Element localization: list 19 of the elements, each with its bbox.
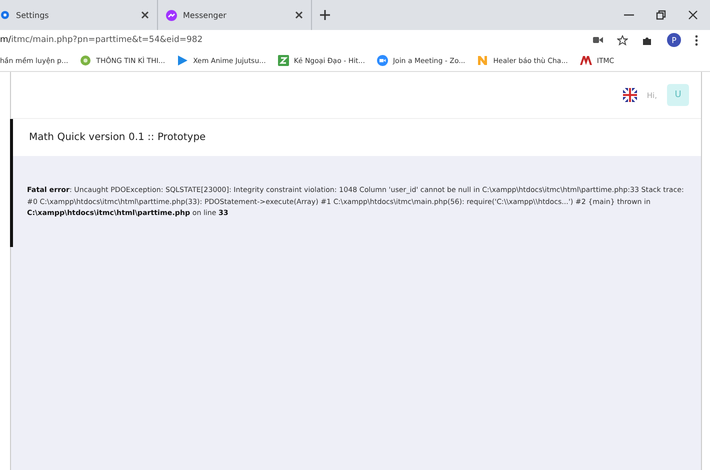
close-icon[interactable] bbox=[141, 11, 149, 19]
video-camera-icon bbox=[376, 55, 388, 66]
menu-icon[interactable] bbox=[695, 34, 698, 46]
flag-icon[interactable] bbox=[622, 88, 637, 102]
close-icon[interactable] bbox=[688, 10, 698, 20]
new-tab-icon[interactable] bbox=[320, 10, 330, 20]
letter-m-icon bbox=[580, 56, 592, 65]
close-icon[interactable] bbox=[295, 11, 303, 19]
address-field[interactable]: m/itmc/main.php?pn=parttime&t=54&eid=982 bbox=[0, 35, 593, 45]
play-icon bbox=[177, 55, 188, 66]
tab-title: Messenger bbox=[183, 10, 228, 20]
star-icon[interactable] bbox=[617, 34, 628, 46]
chat-bubble-icon bbox=[166, 10, 177, 20]
square-z-icon bbox=[278, 55, 289, 66]
camera-icon[interactable] bbox=[593, 36, 603, 44]
letter-n-icon bbox=[477, 55, 488, 66]
tab-title: Settings bbox=[16, 10, 50, 20]
restore-icon[interactable] bbox=[656, 10, 666, 20]
profile-avatar[interactable]: P bbox=[667, 33, 681, 47]
